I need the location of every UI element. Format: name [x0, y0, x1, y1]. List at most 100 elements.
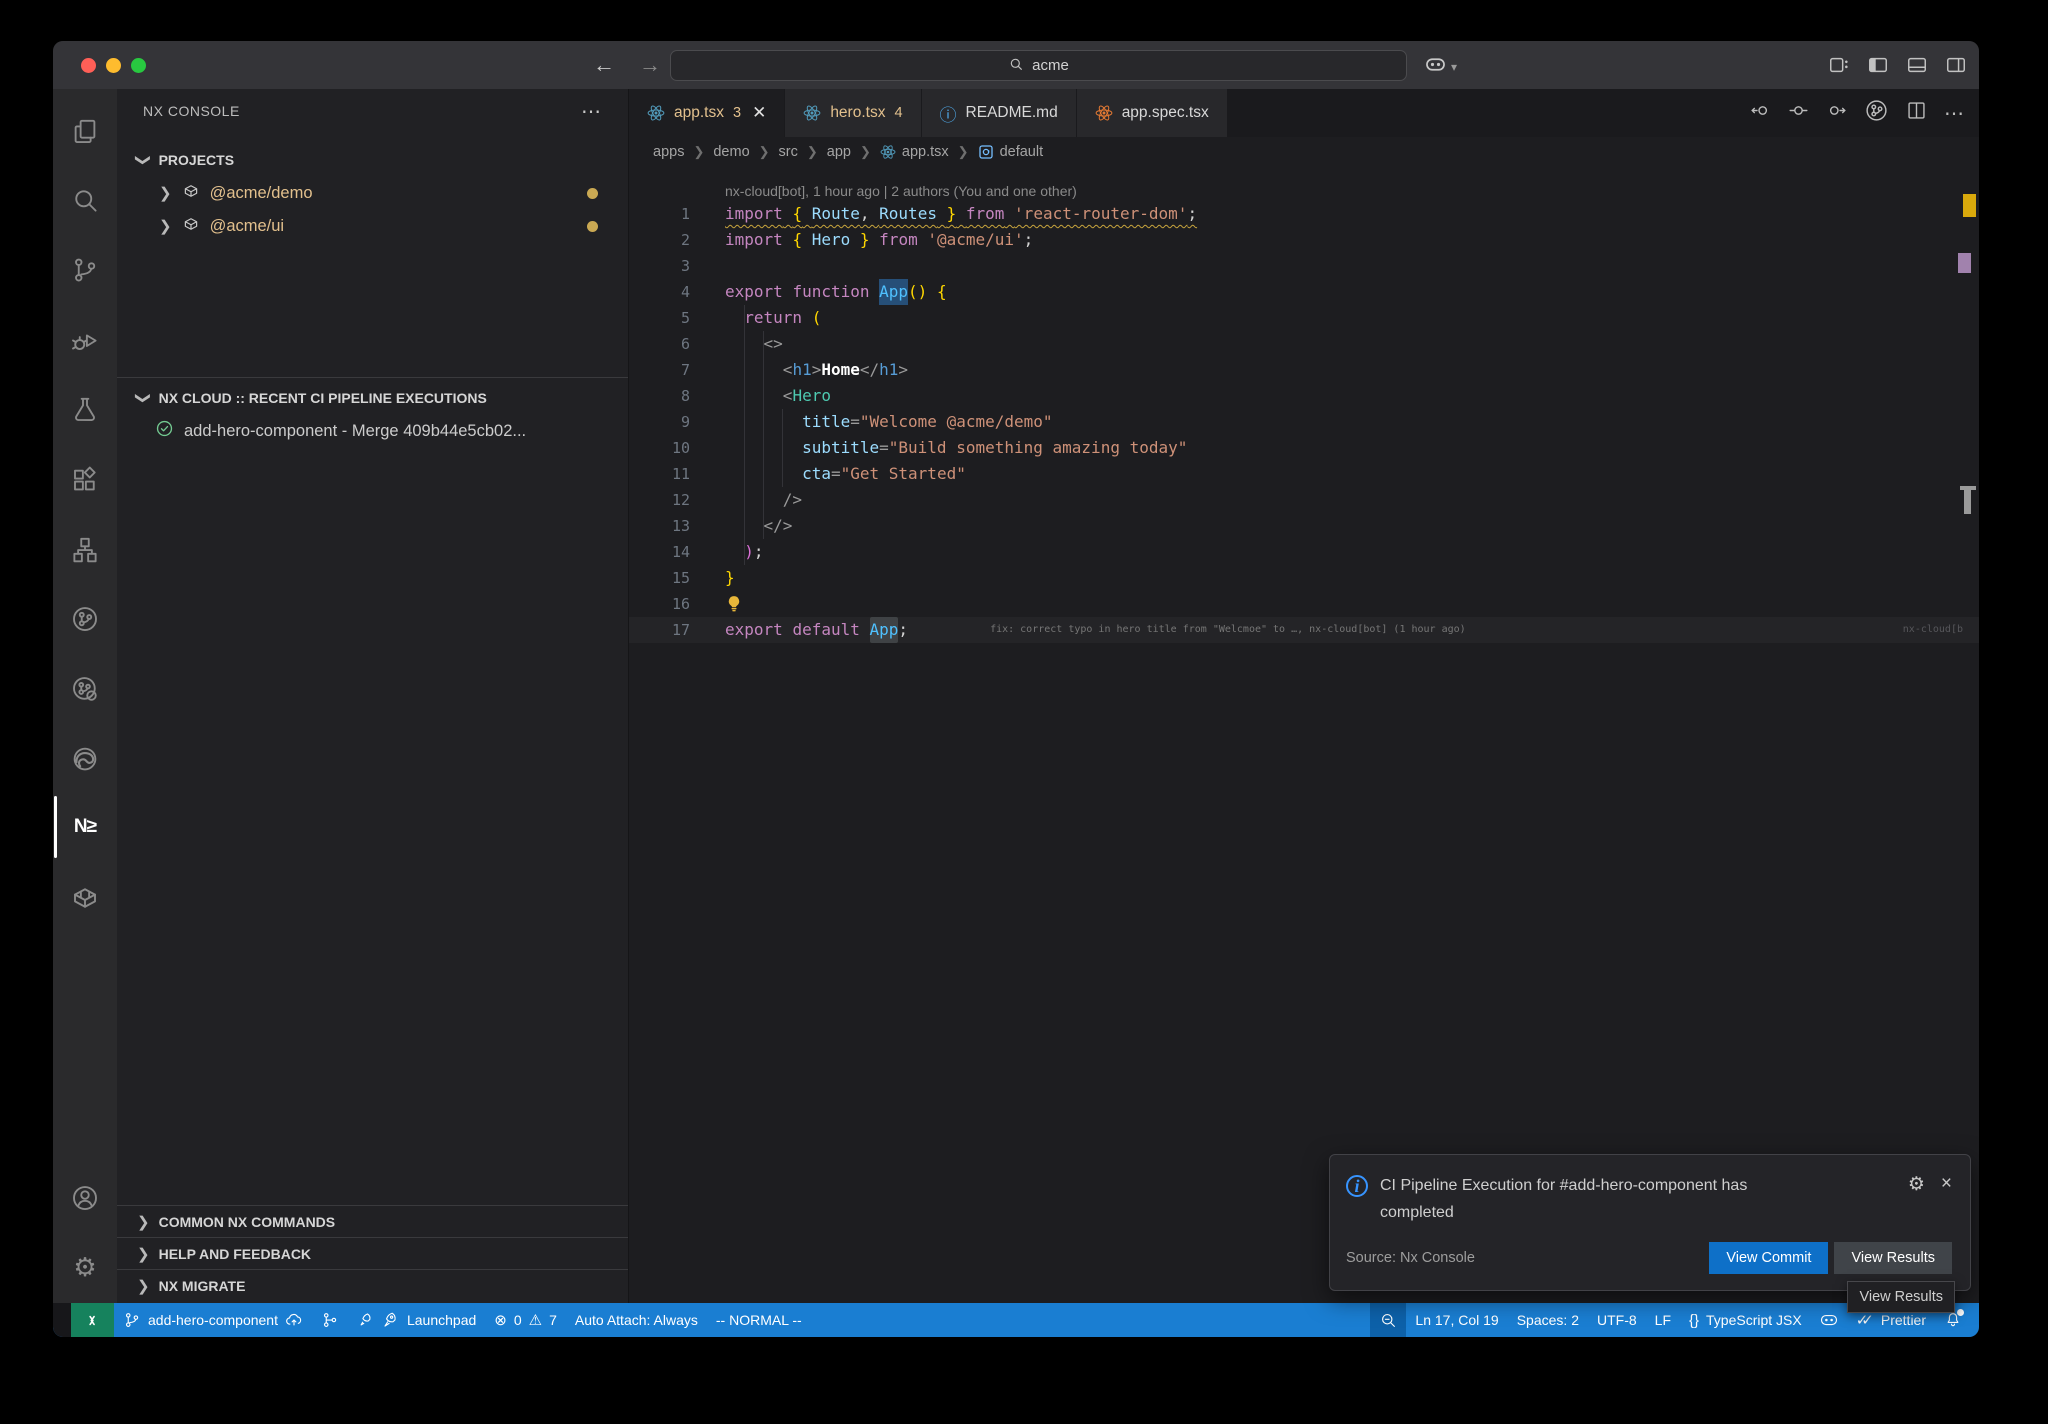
more-actions-icon[interactable]: ⋯ [581, 99, 602, 124]
line-number: 1 [629, 201, 690, 227]
code-line-16: 16 [629, 591, 1979, 617]
breadcrumb: apps❯demo❯src❯app❯app.tsx❯default [629, 137, 1979, 167]
language-mode[interactable]: {}TypeScript JSX [1680, 1303, 1811, 1337]
view-results-button[interactable]: View Results [1834, 1242, 1952, 1274]
indentation[interactable]: Spaces: 2 [1508, 1303, 1588, 1337]
tab-README.md[interactable]: ⓘREADME.md [922, 89, 1077, 137]
breadcrumb-item[interactable]: demo [713, 144, 749, 160]
project-structure-icon[interactable] [69, 534, 101, 566]
previous-change-icon[interactable] [1750, 100, 1771, 126]
split-editor-icon[interactable] [1906, 100, 1927, 126]
nx-console-icon[interactable]: N≥ [69, 811, 101, 843]
warning-icon: ⚠ [529, 1313, 542, 1328]
copilot-status[interactable] [1811, 1303, 1847, 1337]
cursor-position[interactable]: Ln 17, Col 19 [1406, 1303, 1507, 1337]
symbol-icon [978, 144, 994, 160]
toggle-secondary-sidebar-icon[interactable] [1945, 54, 1967, 81]
notification-close-icon[interactable]: × [1941, 1173, 1952, 1195]
code-line-9: 9 title="Welcome @acme/demo" [629, 409, 1979, 435]
tab-app.spec.tsx[interactable]: app.spec.tsx [1077, 89, 1228, 137]
section-nx-migrate[interactable]: ❯NX MIGRATE [117, 1269, 628, 1301]
edge-browser-icon[interactable] [69, 743, 101, 775]
explorer-icon[interactable] [69, 116, 101, 148]
close-icon[interactable]: ✕ [752, 103, 766, 123]
breadcrumb-item[interactable]: src [779, 144, 798, 160]
collapsed-sections: ❯COMMON NX COMMANDS❯HELP AND FEEDBACK❯NX… [117, 1205, 628, 1301]
auto-attach[interactable]: Auto Attach: Always [566, 1303, 707, 1337]
encoding[interactable]: UTF-8 [1588, 1303, 1646, 1337]
tab-label: app.tsx [674, 104, 724, 122]
tab-label: app.spec.tsx [1122, 104, 1209, 122]
layout-controls [1828, 54, 1967, 81]
next-change-icon[interactable] [1826, 100, 1847, 126]
tab-hero.tsx[interactable]: hero.tsx4 [785, 89, 921, 137]
tab-app.tsx[interactable]: app.tsx3✕ [629, 89, 785, 137]
lightbulb-icon[interactable] [725, 595, 743, 613]
notification-settings-gear-icon[interactable]: ⚙ [1908, 1173, 1925, 1196]
section-common-nx-commands[interactable]: ❯COMMON NX COMMANDS [117, 1205, 628, 1237]
chevron-down-icon: ❯ [134, 392, 152, 405]
package-icon [182, 215, 200, 238]
close-window-button[interactable] [81, 58, 96, 73]
source-control-icon[interactable] [69, 254, 101, 286]
containers-icon[interactable] [69, 882, 101, 914]
open-change-icon[interactable] [1788, 100, 1809, 126]
code-editor[interactable]: nx-cloud[bot], 1 hour ago | 2 authors (Y… [629, 167, 1979, 1303]
copilot-menu[interactable]: ▾ [1425, 54, 1457, 80]
settings-icon[interactable]: ⚙ [69, 1251, 101, 1283]
gitlens-codelens[interactable]: nx-cloud[bot], 1 hour ago | 2 authors (Y… [629, 167, 1979, 201]
launchpad[interactable]: Launchpad [348, 1303, 485, 1337]
toggle-primary-sidebar-icon[interactable] [1867, 54, 1889, 81]
git-branch-icon [123, 1311, 141, 1329]
eol[interactable]: LF [1646, 1303, 1680, 1337]
forward-arrow-icon[interactable]: → [639, 52, 661, 78]
editor-actions: ⋯ [1750, 89, 1965, 137]
gitlens-inspect-icon[interactable] [69, 673, 101, 705]
activity-bar: N≥ ⚙ [53, 89, 117, 1303]
run-debug-icon[interactable] [69, 325, 101, 357]
remote-indicator[interactable] [71, 1303, 114, 1337]
section-help-and-feedback[interactable]: ❯HELP AND FEEDBACK [117, 1237, 628, 1269]
line-number: 16 [629, 591, 690, 617]
problems-badge: 4 [894, 105, 902, 121]
extensions-icon[interactable] [69, 464, 101, 496]
commit-graph-icon[interactable] [69, 603, 101, 635]
command-center-search[interactable]: acme [670, 50, 1407, 81]
problems[interactable]: ⊗0⚠7 [485, 1303, 566, 1337]
indent-guide [763, 331, 764, 539]
search-icon[interactable] [69, 184, 101, 216]
breadcrumb-item[interactable]: default [978, 144, 1044, 160]
minimize-window-button[interactable] [106, 58, 121, 73]
search-value: acme [1032, 57, 1069, 74]
line-number: 17 [629, 617, 690, 643]
accounts-icon[interactable] [69, 1182, 101, 1214]
more-actions-icon[interactable]: ⋯ [1944, 101, 1965, 126]
notification-toast: i CI Pipeline Execution for #add-hero-co… [1329, 1154, 1971, 1291]
breadcrumb-item[interactable]: apps [653, 144, 684, 160]
line-number: 10 [629, 435, 690, 461]
line-number: 2 [629, 227, 690, 253]
code-line-4: 4export function App() { [629, 279, 1979, 305]
vim-mode[interactable]: -- NORMAL -- [707, 1303, 811, 1337]
zoom-indicator[interactable] [1370, 1303, 1406, 1337]
breadcrumb-item[interactable]: app [827, 144, 851, 160]
sidebar-title-row: NX CONSOLE ⋯ [117, 89, 628, 133]
section-projects[interactable]: ❯ PROJECTS [117, 145, 628, 175]
testing-icon[interactable] [69, 394, 101, 426]
pipeline-execution-item[interactable]: add-hero-component - Merge 409b44e5cb02.… [117, 415, 628, 447]
breadcrumb-separator: ❯ [807, 144, 818, 160]
breadcrumb-item[interactable]: app.tsx [880, 144, 949, 160]
project-item[interactable]: ❯@acme/ui [117, 210, 628, 242]
maximize-window-button[interactable] [131, 58, 146, 73]
bell-dot-icon [1944, 1311, 1962, 1329]
commit-graph-icon[interactable] [1864, 98, 1889, 128]
project-item[interactable]: ❯@acme/demo [117, 177, 628, 209]
view-commit-button[interactable]: View Commit [1709, 1242, 1828, 1274]
commit-graph-status[interactable] [312, 1303, 348, 1337]
breadcrumb-separator: ❯ [958, 144, 969, 160]
git-branch-status[interactable]: add-hero-component [114, 1303, 312, 1337]
back-arrow-icon[interactable]: ← [593, 52, 615, 78]
section-nx-cloud[interactable]: ❯ NX CLOUD :: RECENT CI PIPELINE EXECUTI… [117, 383, 628, 413]
customize-layout-icon[interactable] [1828, 54, 1850, 81]
toggle-panel-icon[interactable] [1906, 54, 1928, 81]
